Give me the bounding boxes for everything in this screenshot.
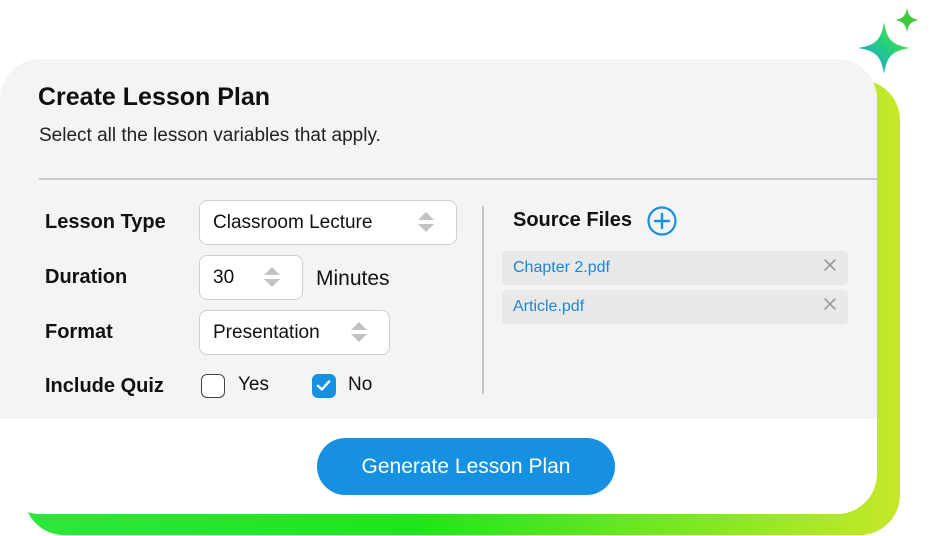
close-icon[interactable] bbox=[822, 257, 838, 273]
include-quiz-label: Include Quiz bbox=[45, 375, 164, 397]
format-value: Presentation bbox=[213, 321, 320, 343]
quiz-yes-label[interactable]: Yes bbox=[238, 374, 269, 396]
duration-label: Duration bbox=[45, 266, 128, 288]
lesson-plan-card: Create Lesson Plan Select all the lesson… bbox=[0, 59, 877, 514]
duration-unit: Minutes bbox=[316, 267, 390, 290]
source-file-name[interactable]: Chapter 2.pdf bbox=[513, 259, 610, 277]
lesson-type-select[interactable]: Classroom Lecture bbox=[199, 200, 457, 245]
quiz-no-label[interactable]: No bbox=[348, 374, 372, 396]
format-label: Format bbox=[45, 321, 113, 343]
up-down-arrows-icon[interactable] bbox=[262, 265, 282, 289]
page-subtitle: Select all the lesson variables that app… bbox=[39, 125, 381, 146]
generate-lesson-plan-button[interactable]: Generate Lesson Plan bbox=[317, 438, 615, 495]
up-down-arrows-icon bbox=[418, 212, 434, 232]
plus-circle-icon[interactable] bbox=[647, 206, 677, 236]
close-icon[interactable] bbox=[822, 296, 838, 312]
source-file-item: Chapter 2.pdf bbox=[502, 251, 848, 285]
checkmark-icon bbox=[316, 380, 331, 391]
lesson-type-label: Lesson Type bbox=[45, 211, 166, 233]
source-files-title: Source Files bbox=[513, 209, 632, 231]
source-file-name[interactable]: Article.pdf bbox=[513, 298, 584, 316]
quiz-yes-checkbox[interactable] bbox=[201, 374, 225, 398]
up-down-arrows-icon bbox=[351, 322, 367, 342]
duration-value: 30 bbox=[213, 266, 235, 288]
source-file-item: Article.pdf bbox=[502, 290, 848, 324]
page-title: Create Lesson Plan bbox=[38, 83, 271, 111]
format-select[interactable]: Presentation bbox=[199, 310, 390, 355]
lesson-type-value: Classroom Lecture bbox=[213, 211, 373, 233]
header-divider bbox=[39, 178, 877, 180]
quiz-no-checkbox[interactable] bbox=[312, 374, 336, 398]
duration-stepper[interactable]: 30 bbox=[199, 255, 303, 300]
column-divider bbox=[482, 206, 484, 394]
